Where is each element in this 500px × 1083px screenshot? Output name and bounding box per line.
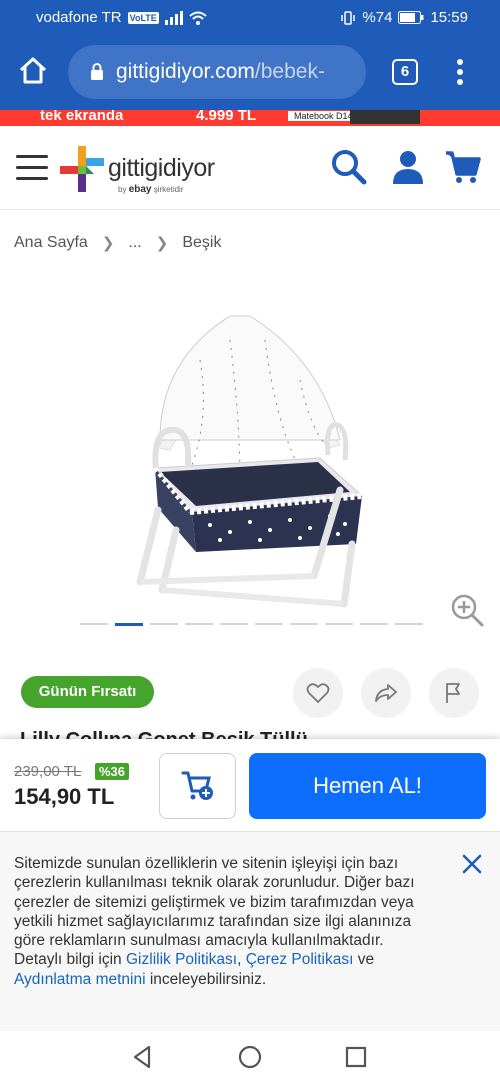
privacy-policy-link[interactable]: Gizlilik Politikası — [126, 951, 237, 968]
current-price: 154,90 TL — [14, 784, 115, 809]
system-nav-bar — [0, 1031, 500, 1083]
battery-percent: %74 — [362, 9, 393, 26]
ad-text: tek ekranda — [40, 110, 124, 124]
cookie-text: Sitemizde sunulan özelliklerin ve siteni… — [14, 855, 415, 988]
breadcrumb-current[interactable]: Beşik — [182, 234, 221, 252]
wifi-icon — [189, 11, 207, 25]
signal-icon — [164, 10, 183, 25]
gallery-dot[interactable] — [325, 623, 353, 625]
home-nav-icon[interactable] — [236, 1043, 264, 1071]
flag-icon — [446, 683, 460, 703]
ad-price: 4.999 TL — [196, 110, 257, 124]
deal-of-day-badge[interactable]: Günün Fırsatı — [21, 676, 154, 708]
chevron-right-icon: ❯ — [101, 235, 115, 252]
chevron-right-icon: ❯ — [155, 235, 169, 252]
browser-toolbar: gittigidiyor.com/bebek- 6 — [0, 34, 500, 110]
search-icon[interactable] — [330, 148, 368, 186]
breadcrumb: Ana Sayfa ❯ ... ❯ Beşik — [14, 234, 221, 252]
zoom-in-icon[interactable] — [449, 592, 485, 628]
breadcrumb-home[interactable]: Ana Sayfa — [14, 234, 88, 252]
battery-icon — [398, 11, 424, 24]
status-bar: vodafone TR VoLTE %74 15:59 — [0, 0, 500, 34]
address-bar[interactable]: gittigidiyor.com/bebek- — [68, 45, 366, 99]
disclosure-text-link[interactable]: Aydınlatma metnini — [14, 971, 146, 988]
cookie-banner: Sitemizde sunulan özelliklerin ve siteni… — [0, 831, 500, 1031]
volte-badge: VoLTE — [127, 11, 159, 24]
buy-now-button[interactable]: Hemen AL! — [249, 753, 486, 819]
gallery-dot[interactable] — [185, 623, 213, 625]
menu-icon[interactable] — [16, 155, 48, 181]
more-options-icon[interactable] — [452, 56, 468, 88]
tab-switcher-button[interactable]: 6 — [392, 59, 418, 85]
url-path: /bebek- — [254, 60, 325, 83]
gallery-dot[interactable] — [80, 623, 108, 625]
share-icon — [375, 684, 397, 702]
cookie-policy-link[interactable]: Çerez Politikası — [246, 951, 354, 968]
gallery-dot[interactable] — [220, 623, 248, 625]
gallery-dot[interactable] — [255, 623, 283, 625]
url-domain: gittigidiyor.com — [116, 60, 255, 83]
vibrate-icon — [341, 10, 356, 25]
logo-text: gittigidiyor — [108, 154, 215, 182]
user-account-icon[interactable] — [389, 148, 427, 186]
logo-mark-icon — [60, 146, 104, 192]
gallery-dot-active[interactable] — [115, 623, 143, 626]
ad-banner[interactable]: tek ekranda 4.999 TL Matebook D14 — [0, 110, 500, 126]
ad-laptop-image — [350, 110, 420, 124]
gallery-dot[interactable] — [290, 623, 318, 625]
breadcrumb-ellipsis[interactable]: ... — [128, 234, 141, 252]
old-price: 239,00 TL — [14, 763, 82, 780]
lock-icon — [91, 63, 103, 80]
product-image[interactable] — [100, 300, 400, 615]
gallery-dot[interactable] — [360, 623, 388, 625]
clock: 15:59 — [430, 9, 468, 26]
back-icon[interactable] — [129, 1043, 157, 1071]
share-button[interactable] — [361, 668, 411, 718]
report-button[interactable] — [429, 668, 479, 718]
recents-icon[interactable] — [342, 1043, 370, 1071]
home-icon[interactable] — [18, 56, 48, 86]
heart-icon — [306, 683, 330, 703]
buy-bar: 239,00 TL %36 154,90 TL Hemen AL! — [0, 739, 500, 831]
cart-icon[interactable] — [444, 148, 482, 186]
discount-badge: %36 — [95, 763, 130, 780]
gallery-dot[interactable] — [150, 623, 178, 625]
site-logo[interactable]: gittigidiyor by ebay şirketidir — [56, 144, 226, 195]
close-icon[interactable] — [460, 852, 484, 876]
gallery-pagination — [80, 623, 423, 626]
logo-subtitle: by ebay şirketidir — [118, 184, 184, 195]
add-to-cart-icon — [181, 771, 213, 800]
carrier-name: vodafone TR — [36, 9, 122, 26]
add-to-cart-button[interactable] — [159, 753, 236, 819]
gallery-dot[interactable] — [395, 623, 423, 625]
ad-product: Matebook D14 — [288, 111, 359, 121]
site-header: gittigidiyor by ebay şirketidir — [0, 126, 500, 210]
favorite-button[interactable] — [293, 668, 343, 718]
product-title: Lilly Collına Gonet Beşik Tüllü — [20, 729, 480, 739]
